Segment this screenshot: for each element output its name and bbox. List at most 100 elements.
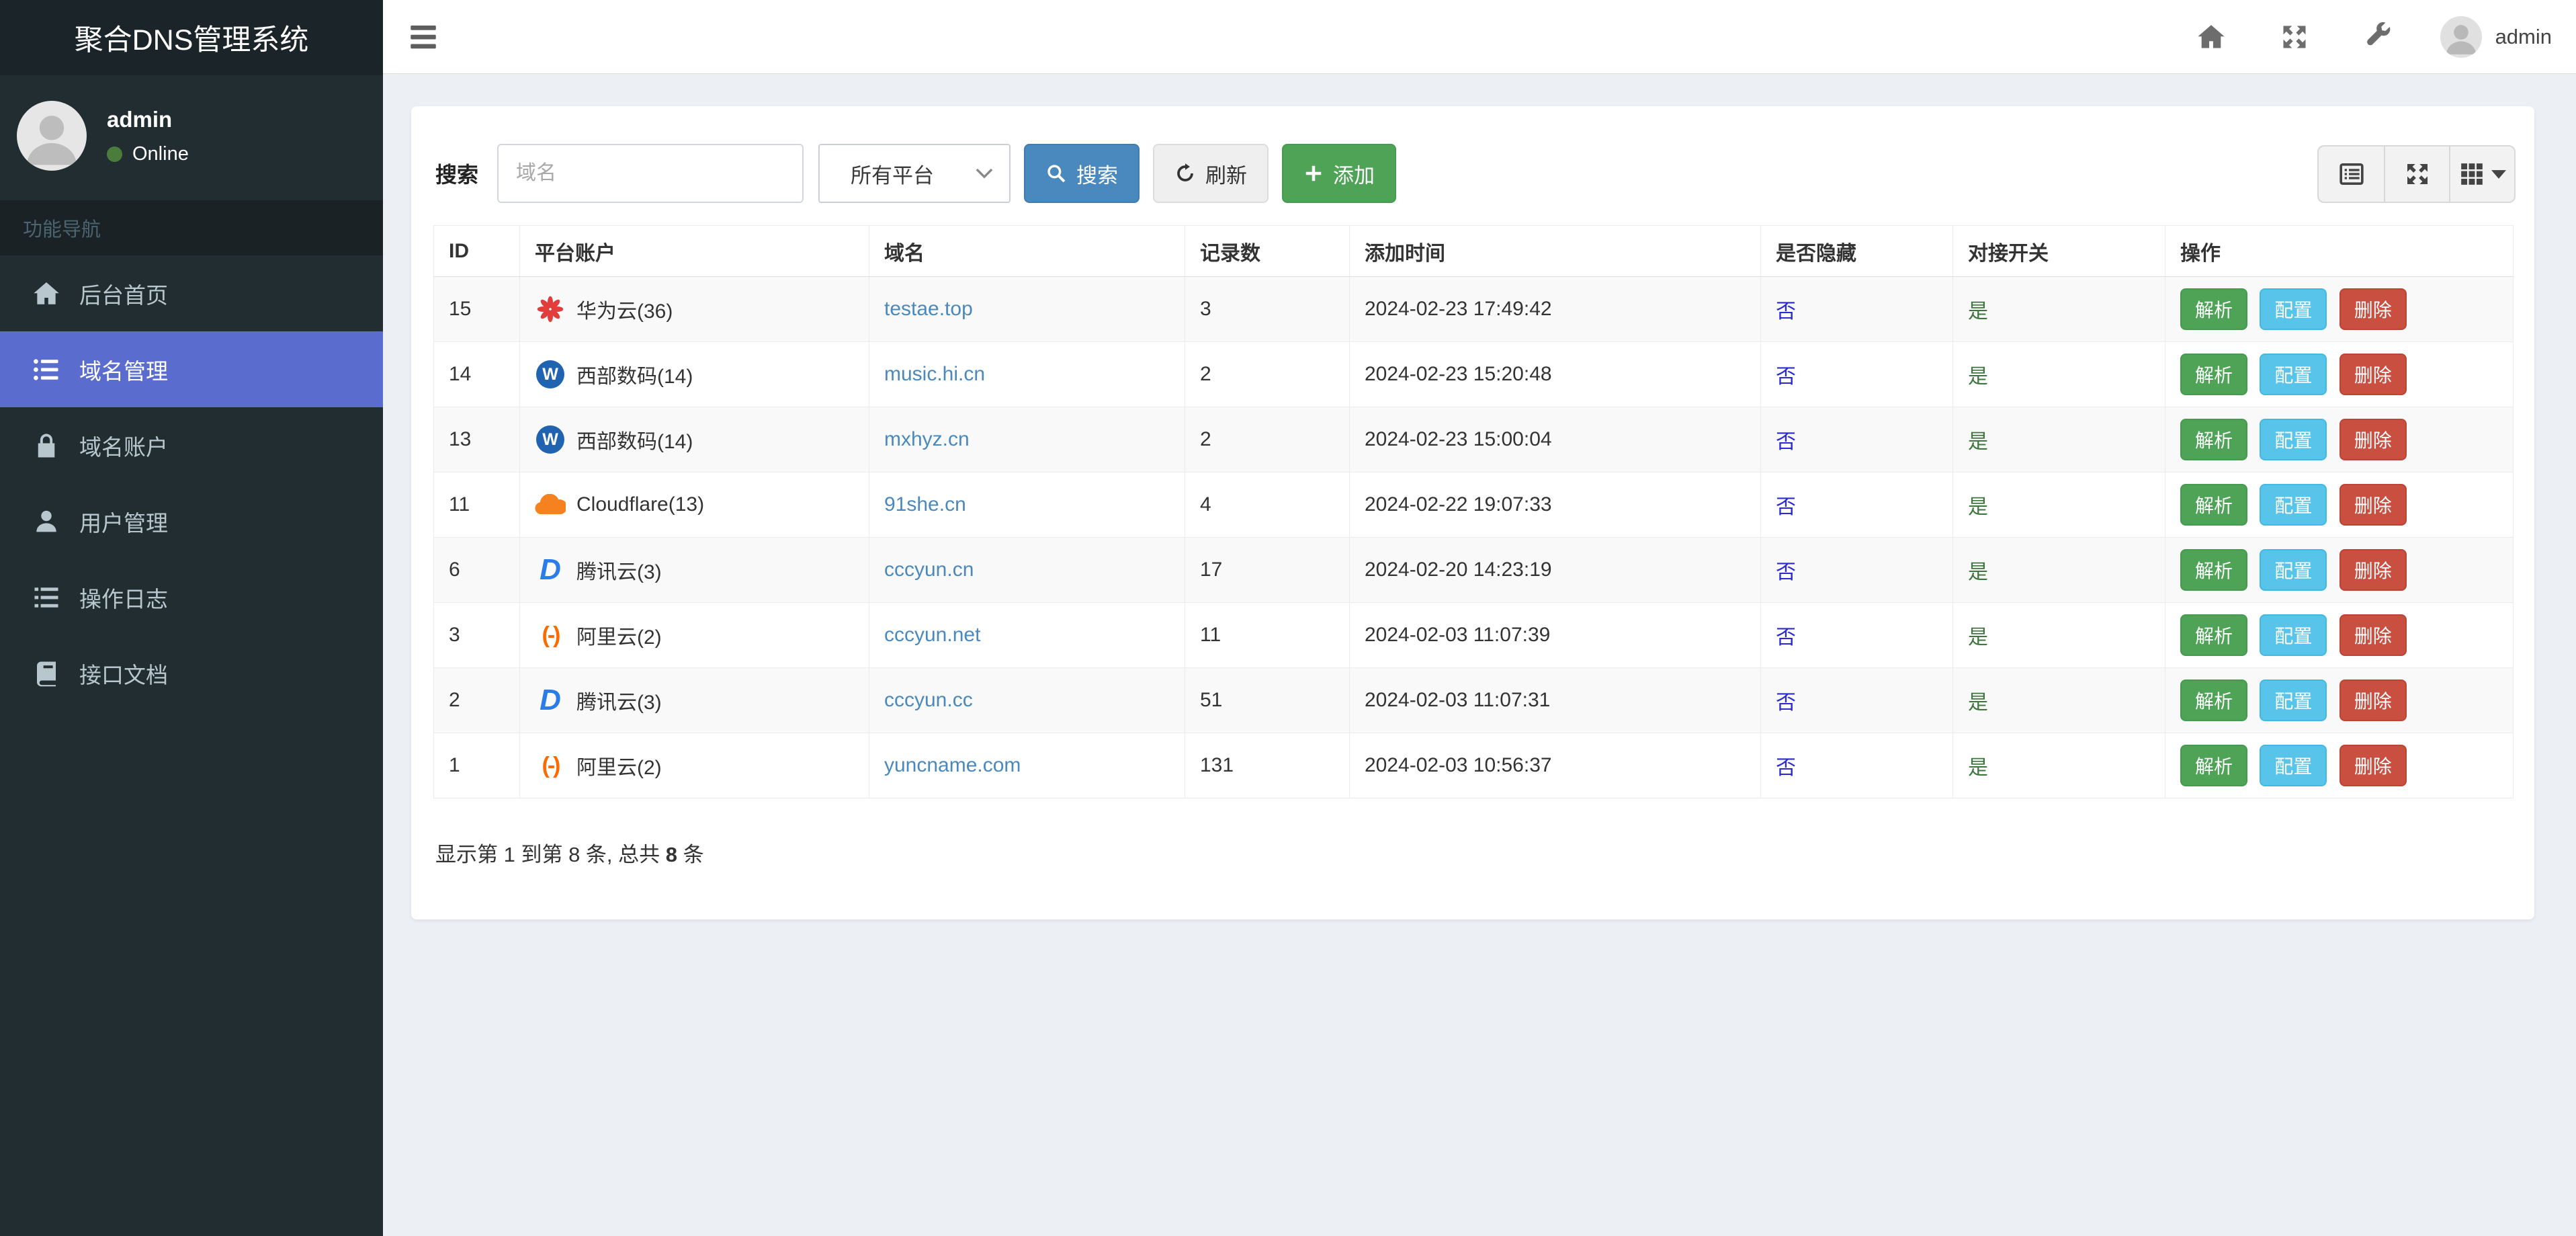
- config-button[interactable]: 配置: [2260, 484, 2327, 526]
- delete-button[interactable]: 删除: [2339, 484, 2407, 526]
- switch-toggle-link[interactable]: 是: [1968, 496, 1988, 518]
- fullscreen-table-button[interactable]: [2384, 147, 2449, 202]
- config-button[interactable]: 配置: [2260, 745, 2327, 786]
- switch-toggle-link[interactable]: 是: [1968, 431, 1988, 453]
- resolve-button[interactable]: 解析: [2180, 614, 2248, 656]
- domain-link[interactable]: mxhyz.cn: [884, 428, 970, 450]
- delete-button[interactable]: 删除: [2339, 288, 2407, 330]
- sidebar-item-api-docs[interactable]: 接口文档: [0, 635, 383, 711]
- expand-arrows-icon: [2404, 161, 2431, 188]
- hidden-toggle-link[interactable]: 否: [1776, 561, 1796, 583]
- detail-view-button[interactable]: [2319, 147, 2384, 202]
- hidden-toggle-link[interactable]: 否: [1776, 431, 1796, 453]
- switch-toggle-link[interactable]: 是: [1968, 692, 1988, 714]
- cell-id: 6: [433, 537, 520, 603]
- settings-button[interactable]: [2362, 22, 2393, 52]
- config-button[interactable]: 配置: [2260, 679, 2327, 721]
- fullscreen-button[interactable]: [2279, 22, 2310, 52]
- cell-platform: (-) 阿里云(2): [519, 733, 869, 798]
- delete-button[interactable]: 删除: [2339, 419, 2407, 460]
- domain-link[interactable]: music.hi.cn: [884, 363, 985, 385]
- wrench-icon: [2366, 22, 2390, 45]
- sidebar-item-domain-management[interactable]: 域名管理: [0, 331, 383, 407]
- sidebar-item-user-management[interactable]: 用户管理: [0, 483, 383, 559]
- resolve-button[interactable]: 解析: [2180, 354, 2248, 395]
- cell-records: 17: [1185, 537, 1350, 603]
- refresh-button[interactable]: 刷新: [1153, 144, 1269, 203]
- sidebar-item-domain-accounts[interactable]: 域名账户: [0, 407, 383, 483]
- hidden-toggle-link[interactable]: 否: [1776, 692, 1796, 714]
- cell-hidden: 否: [1760, 407, 1953, 472]
- user-avatar[interactable]: [2440, 15, 2482, 58]
- search-icon: [1045, 163, 1067, 184]
- refresh-icon: [1174, 163, 1196, 184]
- domain-search-input[interactable]: [497, 144, 804, 203]
- col-domain: 域名: [869, 225, 1185, 277]
- cell-time: 2024-02-23 15:00:04: [1349, 407, 1761, 472]
- config-button[interactable]: 配置: [2260, 614, 2327, 656]
- hidden-toggle-link[interactable]: 否: [1776, 496, 1796, 518]
- domain-link[interactable]: cccyun.net: [884, 624, 980, 646]
- cell-records: 11: [1185, 602, 1350, 668]
- domain-link[interactable]: testae.top: [884, 298, 973, 320]
- config-button[interactable]: 配置: [2260, 419, 2327, 460]
- sidebar-item-home[interactable]: 后台首页: [0, 255, 383, 331]
- delete-button[interactable]: 删除: [2339, 679, 2407, 721]
- sidebar-toggle-button[interactable]: [400, 13, 453, 60]
- cell-id: 3: [433, 602, 520, 668]
- grid-icon: [2459, 161, 2485, 187]
- sidebar-item-operation-logs[interactable]: 操作日志: [0, 559, 383, 635]
- cell-hidden: 否: [1760, 602, 1953, 668]
- cell-records: 131: [1185, 733, 1350, 798]
- config-button[interactable]: 配置: [2260, 288, 2327, 330]
- resolve-button[interactable]: 解析: [2180, 549, 2248, 591]
- switch-toggle-link[interactable]: 是: [1968, 626, 1988, 649]
- hidden-toggle-link[interactable]: 否: [1776, 757, 1796, 779]
- delete-button[interactable]: 删除: [2339, 549, 2407, 591]
- sidebar-user-status[interactable]: Online: [107, 143, 189, 165]
- delete-button[interactable]: 删除: [2339, 614, 2407, 656]
- topbar-username[interactable]: admin: [2495, 25, 2552, 49]
- cell-id: 13: [433, 407, 520, 472]
- domain-link[interactable]: cccyun.cc: [884, 689, 973, 711]
- table-row: 14 W 西部数码(14) music.hi.cn 2 2024-02-23 1…: [433, 341, 2514, 407]
- domain-table-card: 搜索 所有平台 搜索 刷新: [411, 106, 2534, 919]
- switch-toggle-link[interactable]: 是: [1968, 300, 1988, 323]
- resolve-button[interactable]: 解析: [2180, 679, 2248, 721]
- resolve-button[interactable]: 解析: [2180, 419, 2248, 460]
- cell-records: 3: [1185, 276, 1350, 342]
- resolve-button[interactable]: 解析: [2180, 288, 2248, 330]
- sidebar: 聚合DNS管理系统 admin Online 功能导航 后台首页 域名管理 域名…: [0, 0, 383, 1236]
- switch-toggle-link[interactable]: 是: [1968, 366, 1988, 388]
- hidden-toggle-link[interactable]: 否: [1776, 300, 1796, 323]
- config-button[interactable]: 配置: [2260, 549, 2327, 591]
- domain-link[interactable]: 91she.cn: [884, 493, 966, 516]
- domain-link[interactable]: cccyun.cn: [884, 559, 974, 581]
- home-button[interactable]: [2196, 22, 2227, 52]
- table-row: 13 W 西部数码(14) mxhyz.cn 2 2024-02-23 15:0…: [433, 407, 2514, 472]
- app-title: 聚合DNS管理系统: [0, 0, 383, 75]
- col-records: 记录数: [1185, 225, 1350, 277]
- home-icon: [31, 280, 62, 308]
- columns-dropdown-button[interactable]: [2449, 147, 2514, 202]
- user-icon: [31, 507, 62, 536]
- switch-toggle-link[interactable]: 是: [1968, 561, 1988, 583]
- cell-switch: 是: [1952, 341, 2165, 407]
- resolve-button[interactable]: 解析: [2180, 484, 2248, 526]
- west-digital-icon: W: [535, 360, 566, 388]
- resolve-button[interactable]: 解析: [2180, 745, 2248, 786]
- delete-button[interactable]: 删除: [2339, 745, 2407, 786]
- hidden-toggle-link[interactable]: 否: [1776, 626, 1796, 649]
- config-button[interactable]: 配置: [2260, 354, 2327, 395]
- platform-select[interactable]: 所有平台: [818, 144, 1011, 203]
- delete-button[interactable]: 删除: [2339, 354, 2407, 395]
- search-label: 搜索: [435, 163, 479, 187]
- domain-link[interactable]: yuncname.com: [884, 754, 1021, 776]
- switch-toggle-link[interactable]: 是: [1968, 757, 1988, 779]
- cell-time: 2024-02-23 15:20:48: [1349, 341, 1761, 407]
- add-button[interactable]: 添加: [1282, 144, 1397, 203]
- hidden-toggle-link[interactable]: 否: [1776, 366, 1796, 388]
- cell-domain: cccyun.net: [869, 602, 1185, 668]
- search-button[interactable]: 搜索: [1024, 144, 1140, 203]
- cell-actions: 解析 配置 删除: [2165, 276, 2514, 342]
